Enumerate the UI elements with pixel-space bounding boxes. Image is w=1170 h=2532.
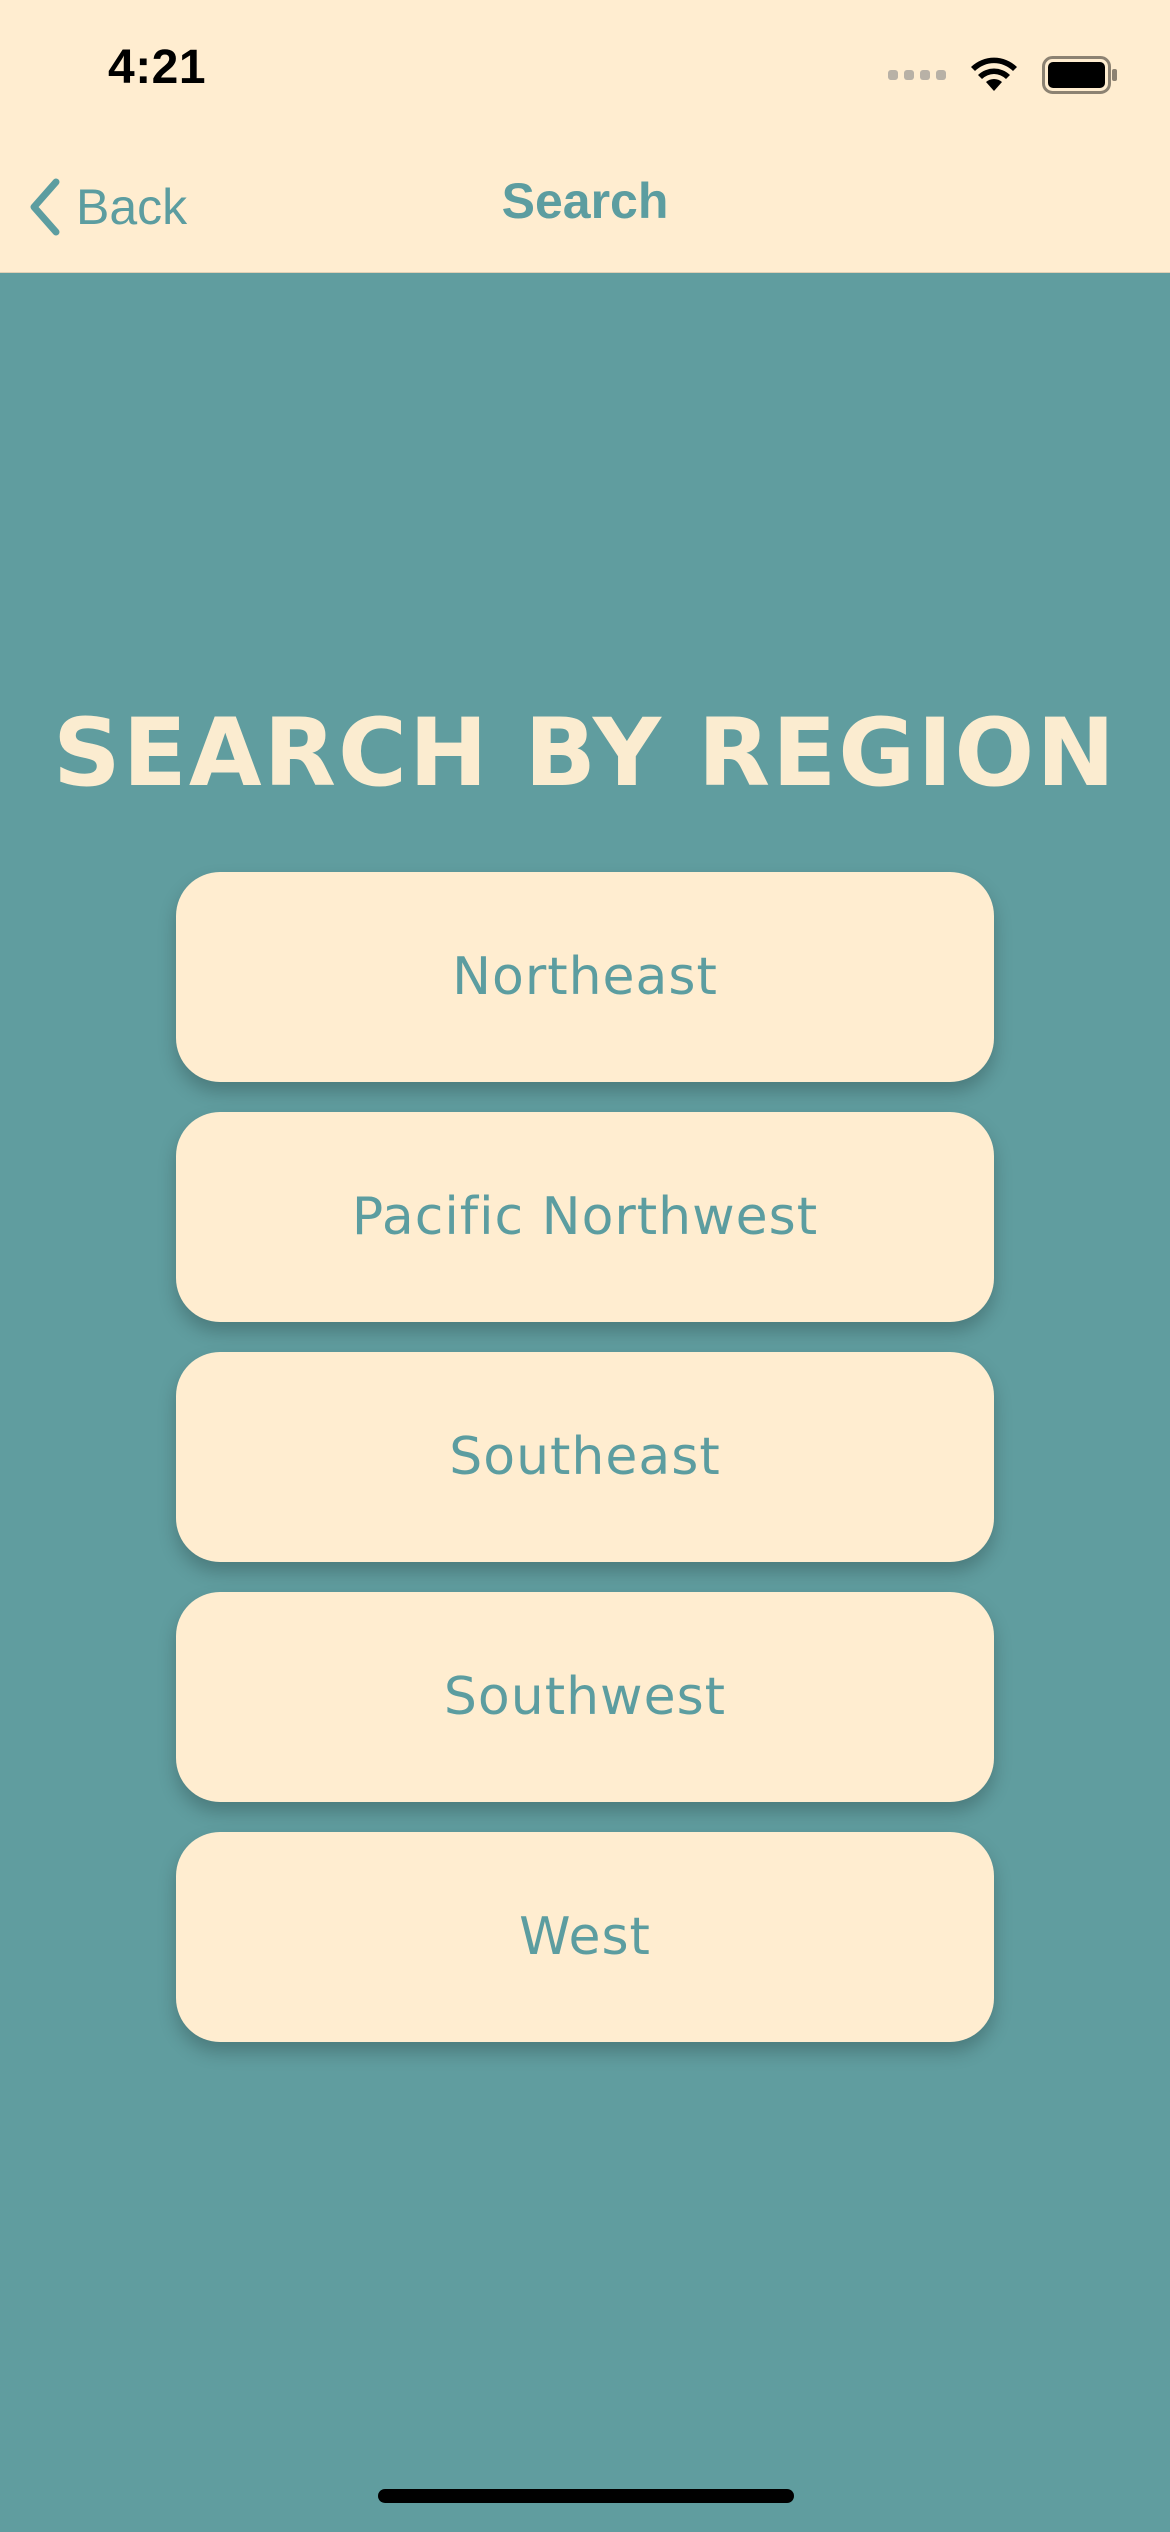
battery-icon [1042,56,1117,94]
status-icons [888,52,1118,98]
navigation-bar: 4:21 Back Search [0,0,1170,273]
region-button-northeast[interactable]: Northeast [176,872,994,1082]
cellular-signal-icon [888,70,946,80]
region-button-west[interactable]: West [176,1832,994,2042]
region-button-southwest[interactable]: Southwest [176,1592,994,1802]
section-heading: SEARCH BY REGION [52,698,1118,808]
page-title: Search [501,173,669,229]
region-button-southeast[interactable]: Southeast [176,1352,994,1562]
home-indicator[interactable] [378,2489,794,2503]
wifi-icon [971,57,1017,91]
region-list: Northeast Pacific Northwest Southeast So… [176,872,994,2042]
status-time: 4:21 [108,41,207,94]
region-button-pacific-northwest[interactable]: Pacific Northwest [176,1112,994,1322]
